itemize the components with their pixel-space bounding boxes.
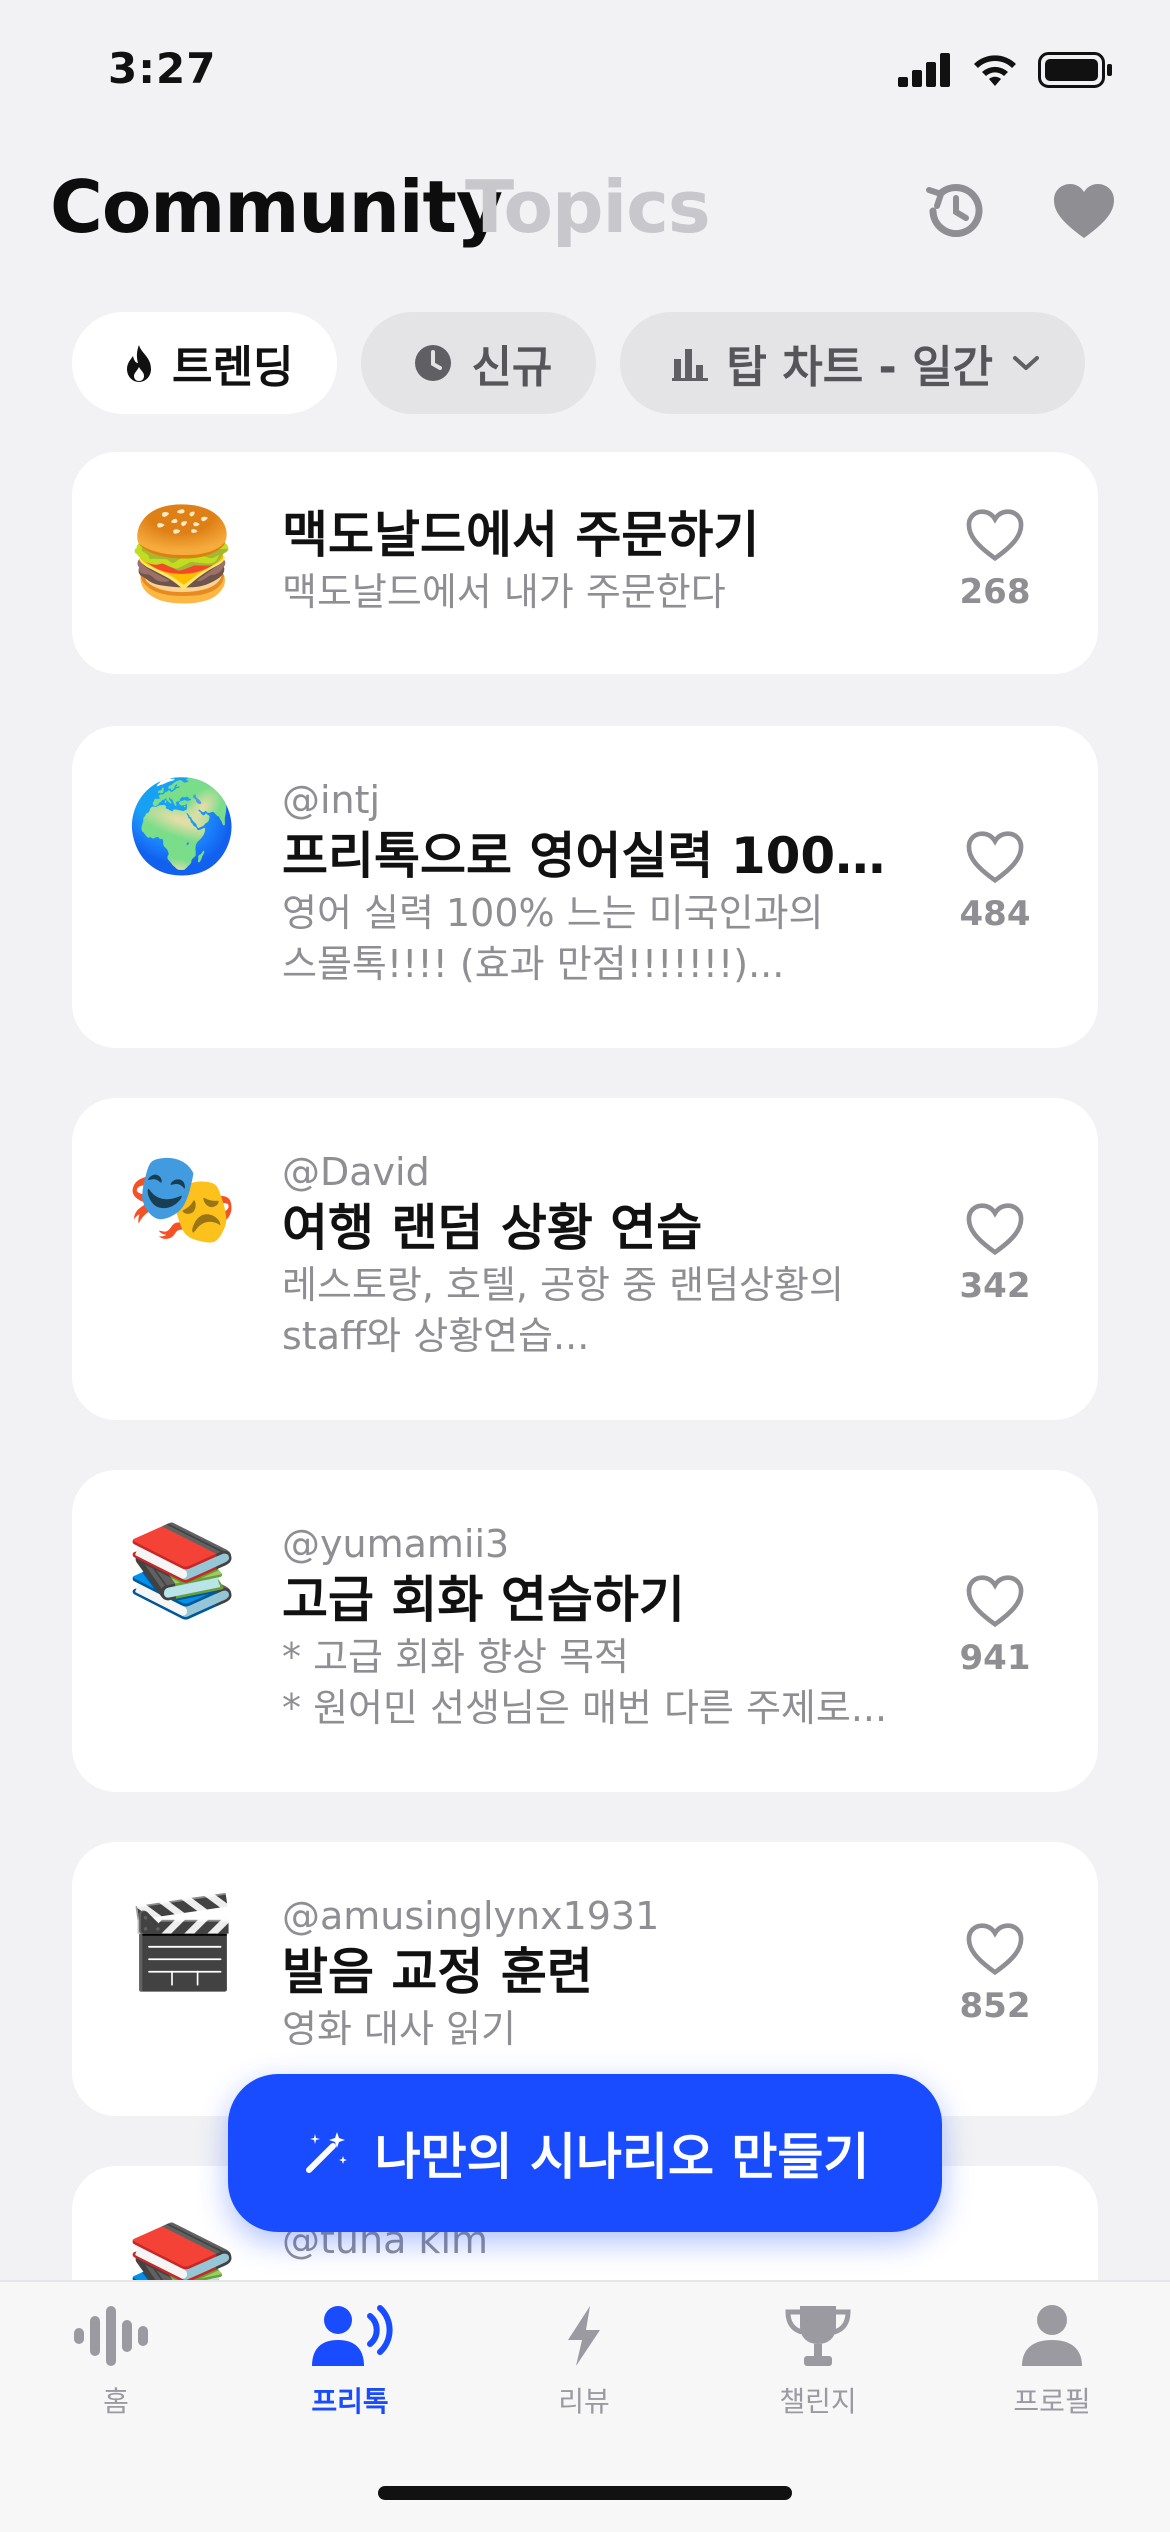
like-button[interactable]: 484 [940,830,1050,934]
filter-new-label: 신규 [471,342,553,393]
like-count: 852 [959,1986,1031,2026]
waveform-icon [74,2306,148,2366]
header: Community Topics [50,165,1120,265]
person-speaking-icon [312,2305,393,2366]
magic-wand-icon [305,2132,347,2173]
list-item[interactable]: 🎭 @David 여행 랜덤 상황 연습 레스토랑, 호텔, 공항 중 랜덤상황… [72,1098,1098,1420]
tab-challenge[interactable]: 챌린지 [728,2304,908,2420]
chevron-down-icon [1013,356,1040,370]
like-count: 484 [959,894,1031,934]
heart-outline-icon [966,1575,1024,1628]
person-icon [1022,2305,1082,2366]
card-title: 발음 교정 훈련 [282,1943,593,2002]
card-emoji: 🌍 [126,774,239,879]
status-time: 3:27 [108,44,217,93]
card-description: 맥도날드에서 내가 주문한다 [282,569,726,614]
card-title: 고급 회화 연습하기 [282,1571,685,1630]
bar-chart-icon [672,349,709,381]
heart-outline-icon [966,509,1024,562]
filter-top-chart-label: 탑 차트 - 일간 [726,342,994,393]
card-emoji: 🎭 [126,1146,239,1251]
battery-icon [1038,52,1112,88]
like-count: 268 [959,572,1031,612]
tab-home[interactable]: 홈 [26,2304,206,2420]
status-bar: 3:27 [0,0,1170,150]
card-description: * 고급 회화 향상 목적 * 원어민 선생님은 매번 다른 주제로... [282,1634,888,1731]
card-author: @amusinglynx1931 [282,1894,660,1938]
wifi-icon [974,55,1016,86]
bolt-icon [568,2306,600,2366]
filter-trending-label: 트렌딩 [172,342,294,393]
tab-profile-label: 프로필 [1013,2385,1091,2418]
like-button[interactable]: 852 [940,1922,1050,2026]
filter-trending[interactable]: 트렌딩 [72,312,338,414]
filter-new[interactable]: 신규 [361,312,597,414]
card-description: 레스토랑, 호텔, 공항 중 랜덤상황의 staff와 상황연습... [282,1262,844,1359]
card-emoji: 📚 [126,1518,239,1623]
tab-home-label: 홈 [103,2385,129,2418]
heart-outline-icon [966,1203,1024,1256]
filter-bar: 트렌딩 신규 탑 차트 - 일간 [72,312,1086,414]
history-button[interactable] [920,175,992,247]
history-icon [926,184,983,238]
card-description: 영화 대사 읽기 [282,2006,516,2051]
card-author: @intj [282,778,381,822]
tab-review-label: 리뷰 [558,2385,610,2418]
home-indicator [378,2486,792,2500]
tab-profile[interactable]: 프로필 [962,2304,1142,2420]
favorites-button[interactable] [1048,175,1120,247]
trophy-icon [785,2306,851,2366]
filter-top-chart[interactable]: 탑 차트 - 일간 [620,312,1086,414]
list-item[interactable]: 📚 @yumamii3 고급 회화 연습하기 * 고급 회화 향상 목적 * 원… [72,1470,1098,1792]
clock-icon [415,345,452,381]
tab-review[interactable]: 리뷰 [494,2304,674,2420]
card-title: 맥도날드에서 주문하기 [282,506,760,564]
tab-freetalk-label: 프리톡 [311,2385,389,2418]
like-count: 342 [959,1266,1031,1306]
header-actions [920,175,1120,247]
card-author: @David [282,1150,430,1194]
tab-challenge-label: 챌린지 [779,2385,857,2418]
signal-icon [898,53,950,87]
heart-outline-icon [966,831,1024,884]
status-icons [898,52,1114,88]
card-emoji: 🎬 [126,1890,239,1995]
like-button[interactable]: 941 [940,1574,1050,1678]
card-title: 프리톡으로 영어실력 1000... [282,827,908,886]
tab-topics[interactable]: Topics [465,165,711,249]
card-emoji: 🍔 [126,502,239,607]
like-count: 941 [959,1638,1031,1678]
list-item[interactable]: 🌍 @intj 프리톡으로 영어실력 1000... 영어 실력 100% 느는… [72,726,1098,1048]
card-title: 여행 랜덤 상황 연습 [282,1199,703,1258]
flame-icon [127,345,151,382]
page-title[interactable]: Community [50,165,503,249]
card-author: @yumamii3 [282,1522,510,1566]
create-scenario-button[interactable]: 나만의 시나리오 만들기 [228,2074,942,2232]
create-scenario-label: 나만의 시나리오 만들기 [374,2128,870,2186]
card-description: 영어 실력 100% 느는 미국인과의 스몰톡!!!! (효과 만점!!!!!!… [282,890,824,987]
heart-outline-icon [966,1923,1024,1976]
like-button[interactable]: 268 [940,508,1050,612]
heart-filled-icon [1054,184,1114,238]
tab-freetalk[interactable]: 프리톡 [260,2304,440,2420]
list-item[interactable]: 🍔 맥도날드에서 주문하기 맥도날드에서 내가 주문한다 268 [72,452,1098,674]
like-button[interactable]: 342 [940,1202,1050,1306]
